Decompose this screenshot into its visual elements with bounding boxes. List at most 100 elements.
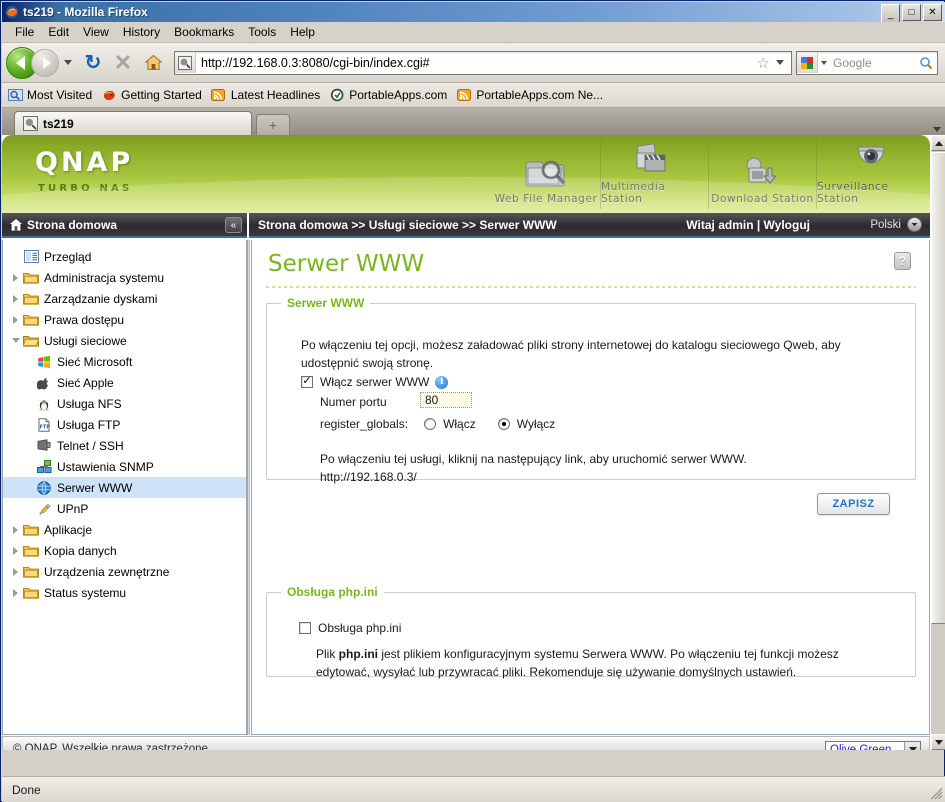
register-globals-off-radio[interactable] [497, 418, 510, 430]
search-input[interactable]: Google [830, 56, 919, 70]
page-scrollbar[interactable] [930, 135, 945, 750]
web-server-description: Po włączeniu tej opcji, możesz załadować… [301, 338, 841, 370]
sidebar-item-uslugi-sieciowe[interactable]: Usługi sieciowe [3, 330, 246, 351]
bookmark-most-visited[interactable]: Most Visited [7, 87, 92, 103]
sidebar-item-usluga-ftp[interactable]: FTP Usługa FTP [3, 414, 246, 435]
enable-web-server-checkbox[interactable]: ✓ [301, 375, 313, 388]
menu-help[interactable]: Help [283, 23, 322, 41]
close-button[interactable]: ✕ [923, 4, 942, 21]
twisty-open-icon[interactable] [9, 338, 22, 343]
reload-button[interactable]: ↻ [79, 49, 107, 77]
info-icon[interactable]: i [435, 375, 449, 389]
scrollbar-thumb[interactable] [931, 152, 945, 624]
bookmark-portableapps[interactable]: PortableApps.com [329, 87, 447, 103]
ftp-icon: FTP [35, 417, 53, 433]
php-ini-row[interactable]: Obsługa php.ini [299, 621, 401, 635]
search-magnifier-icon[interactable] [919, 56, 937, 70]
twisty-closed-icon[interactable] [9, 273, 22, 282]
nav-multimedia-station[interactable]: Multimedia Station [600, 139, 708, 209]
sidebar-item-telnet-ssh[interactable]: Telnet / SSH [3, 435, 246, 456]
language-selector[interactable]: Polski [870, 217, 922, 232]
nav-surveillance-station[interactable]: Surveillance Station [816, 139, 924, 209]
web-server-legend: Serwer WWW [287, 296, 365, 310]
download-arrow-icon [741, 153, 785, 191]
web-server-link[interactable]: http://192.168.0.3/ [320, 468, 417, 486]
bookmark-latest-headlines[interactable]: Latest Headlines [211, 87, 320, 103]
sidebar-item-urzadzenia-zewnetrzne[interactable]: Urządzenia zewnętrzne [3, 561, 246, 582]
resize-grip[interactable] [930, 787, 943, 800]
address-bar[interactable]: http://192.168.0.3:8080/cgi-bin/index.cg… [174, 50, 792, 75]
linux-penguin-icon [35, 396, 53, 412]
bookmark-portableapps-news[interactable]: PortableApps.com Ne... [456, 87, 603, 103]
twisty-closed-icon[interactable] [9, 546, 22, 555]
menu-edit[interactable]: Edit [41, 23, 76, 41]
port-input[interactable]: 80 [420, 392, 472, 408]
collapse-sidebar-button[interactable]: « [225, 217, 242, 233]
qnap-banner: QNAP TURBO NAS Web File Manager Multimed… [2, 135, 930, 213]
sidebar-item-serwer-www[interactable]: Serwer WWW [3, 477, 246, 498]
sidebar-tree: Przegląd Administracja systemu Zarządzan… [2, 240, 247, 735]
welcome-logout[interactable]: Witaj admin | Wyloguj [686, 218, 810, 232]
register-globals-off-option[interactable]: Wyłącz [497, 417, 555, 431]
bookmark-star-icon[interactable]: ☆ [753, 54, 774, 72]
chevron-down-icon[interactable] [904, 742, 920, 750]
maximize-button[interactable]: □ [902, 4, 921, 21]
overview-icon [22, 249, 40, 265]
menu-history[interactable]: History [116, 23, 167, 41]
sidebar-item-ustawienia-snmp[interactable]: Ustawienia SNMP [3, 456, 246, 477]
menu-file[interactable]: File [8, 23, 41, 41]
bookmark-getting-started[interactable]: Getting Started [101, 87, 202, 103]
help-icon[interactable]: ? [894, 252, 911, 270]
enable-web-server-row[interactable]: ✓ Włącz serwer WWW i [301, 375, 449, 389]
url-dropdown-icon[interactable] [776, 60, 784, 65]
search-bar[interactable]: Google [796, 50, 938, 75]
tab-ts219[interactable]: ts219 [14, 111, 252, 135]
sidebar-item-status-systemu[interactable]: Status systemu [3, 582, 246, 603]
scroll-down-button[interactable] [931, 734, 945, 750]
twisty-closed-icon[interactable] [9, 315, 22, 324]
nav-web-file-manager[interactable]: Web File Manager [492, 139, 600, 209]
url-text[interactable]: http://192.168.0.3:8080/cgi-bin/index.cg… [196, 56, 753, 70]
new-tab-button[interactable]: + [256, 114, 290, 135]
menu-tools[interactable]: Tools [241, 23, 283, 41]
sidebar-item-upnp[interactable]: UPnP [3, 498, 246, 519]
station-nav: Web File Manager Multimedia Station Down… [492, 139, 924, 209]
twisty-closed-icon[interactable] [9, 294, 22, 303]
folder-icon [22, 291, 40, 307]
register-globals-on-label: Włącz [443, 417, 476, 431]
sidebar-item-aplikacje[interactable]: Aplikacje [3, 519, 246, 540]
tab-list-dropdown-icon[interactable] [933, 127, 941, 132]
theme-select[interactable]: Olive Green [825, 741, 921, 750]
php-ini-checkbox[interactable] [299, 622, 311, 634]
sidebar-item-usluga-nfs[interactable]: Usługa NFS [3, 393, 246, 414]
breadcrumb: Strona domowa >> Usługi sieciowe >> Serw… [258, 217, 557, 232]
home-button[interactable] [139, 49, 167, 77]
sidebar-item-kopia-danych[interactable]: Kopia danych [3, 540, 246, 561]
save-button[interactable]: ZAPISZ [817, 493, 890, 515]
sidebar-item-siec-apple[interactable]: Sieć Apple [3, 372, 246, 393]
folder-icon [22, 522, 40, 538]
twisty-closed-icon[interactable] [9, 588, 22, 597]
menu-view[interactable]: View [76, 23, 116, 41]
register-globals-on-option[interactable]: Włącz [424, 417, 476, 431]
minimize-button[interactable]: _ [881, 4, 900, 23]
register-globals-on-radio[interactable] [424, 418, 437, 430]
sidebar-item-zarzadzanie-dyskami[interactable]: Zarządzanie dyskami [3, 288, 246, 309]
scroll-up-button[interactable] [931, 135, 945, 151]
nav-download-station[interactable]: Download Station [708, 139, 816, 209]
history-dropdown-icon[interactable] [64, 60, 72, 65]
most-visited-icon [7, 87, 23, 103]
forward-button[interactable] [31, 48, 59, 77]
twisty-closed-icon[interactable] [9, 567, 22, 576]
menu-bookmarks[interactable]: Bookmarks [167, 23, 241, 41]
stop-button[interactable]: ✕ [109, 49, 137, 77]
twisty-closed-icon[interactable] [9, 525, 22, 534]
chevron-down-icon[interactable] [907, 217, 922, 232]
pane-divider[interactable] [247, 240, 250, 735]
sidebar-item-administracja-systemu[interactable]: Administracja systemu [3, 267, 246, 288]
sidebar-item-siec-microsoft[interactable]: Sieć Microsoft [3, 351, 246, 372]
sidebar-item-prawa-dostepu[interactable]: Prawa dostępu [3, 309, 246, 330]
turbo-nas-subtitle: TURBO NAS [38, 183, 133, 194]
search-engine-dropdown-icon[interactable] [821, 60, 827, 65]
sidebar-item-przeglad[interactable]: Przegląd [3, 246, 246, 267]
